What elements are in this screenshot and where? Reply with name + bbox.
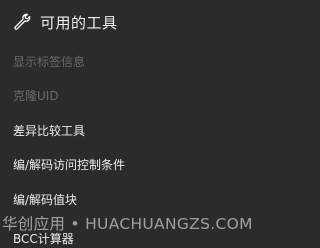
menu-item-bcc-calculator[interactable]: BCC计算器 — [13, 230, 74, 248]
tools-header: 可用的工具 — [12, 10, 118, 34]
tools-panel: 可用的工具 显示标签信息 克隆UID 差异比较工具 编/解码访问控制条件 编/解… — [0, 0, 297, 248]
menu-item-access-conditions[interactable]: 编/解码访问控制条件 — [13, 148, 283, 183]
menu-item-value-block[interactable]: 编/解码值块 — [13, 182, 283, 217]
page-title: 可用的工具 — [40, 13, 118, 32]
menu-item-clone-uid: 克隆UID — [13, 89, 59, 104]
menu-item-show-tag-info: 显示标签信息 — [13, 54, 86, 69]
menu-item-diff-tool[interactable]: 差异比较工具 — [13, 113, 283, 148]
wrench-icon — [12, 12, 32, 32]
tools-menu: 显示标签信息 克隆UID 差异比较工具 编/解码访问控制条件 编/解码值块 — [13, 44, 283, 217]
